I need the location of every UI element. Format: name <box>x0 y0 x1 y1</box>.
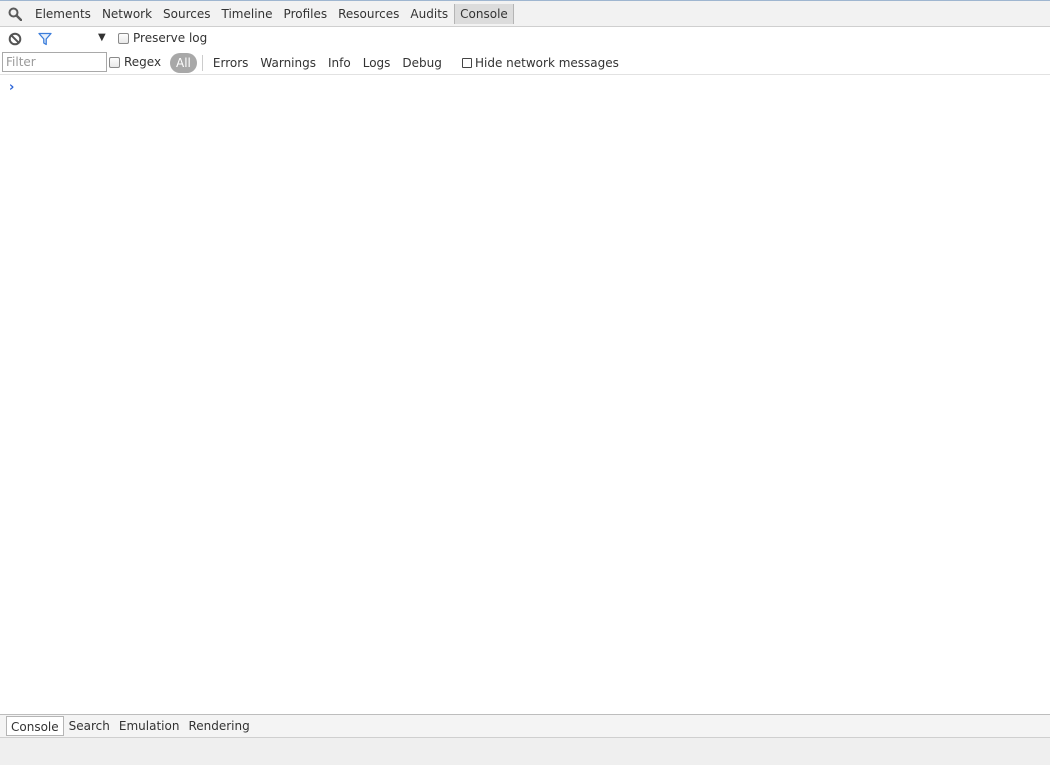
dropdown-arrow-icon[interactable]: ▼ <box>98 32 106 43</box>
regex-label: Regex <box>124 55 162 69</box>
drawer-body <box>0 738 1050 765</box>
drawer-tab-rendering[interactable]: Rendering <box>184 716 253 736</box>
preserve-log-checkbox[interactable]: Preserve log <box>118 31 207 45</box>
tab-audits[interactable]: Audits <box>405 4 453 24</box>
filter-toggle-button[interactable] <box>30 27 60 51</box>
tab-resources[interactable]: Resources <box>333 4 404 24</box>
console-toolbar: ▼ Preserve log <box>0 27 1050 51</box>
hide-network-checkbox[interactable]: Hide network messages <box>462 56 619 70</box>
drawer-tab-console[interactable]: Console <box>6 716 64 736</box>
level-all[interactable]: All <box>170 53 197 73</box>
tab-network[interactable]: Network <box>97 4 157 24</box>
level-warnings[interactable]: Warnings <box>255 56 321 70</box>
devtools-tab-bar: Elements Network Sources Timeline Profil… <box>0 1 1050 27</box>
preserve-log-label: Preserve log <box>133 31 208 45</box>
tab-profiles[interactable]: Profiles <box>279 4 333 24</box>
regex-box[interactable] <box>109 56 120 68</box>
console-prompt-icon: › <box>9 80 15 95</box>
tab-sources[interactable]: Sources <box>158 4 215 24</box>
level-debug[interactable]: Debug <box>397 56 446 70</box>
drawer-tab-search[interactable]: Search <box>65 716 114 736</box>
regex-checkbox[interactable]: Regex <box>109 55 161 69</box>
clear-console-button[interactable] <box>0 27 30 51</box>
preserve-log-box[interactable] <box>118 32 129 44</box>
filter-input[interactable] <box>2 52 107 72</box>
clear-console-icon <box>8 32 22 46</box>
hide-network-label: Hide network messages <box>475 56 619 70</box>
search-button[interactable] <box>0 1 30 27</box>
level-errors[interactable]: Errors <box>208 56 254 70</box>
filter-bar: Regex All Errors Warnings Info Logs Debu… <box>0 51 1050 75</box>
log-level-filters: All Errors Warnings Info Logs Debug <box>170 52 449 74</box>
filter-icon <box>38 32 52 46</box>
tab-timeline[interactable]: Timeline <box>217 4 278 24</box>
tab-console[interactable]: Console <box>454 3 514 24</box>
console-output[interactable]: › <box>0 76 1050 714</box>
tab-elements[interactable]: Elements <box>30 4 96 24</box>
drawer-tab-emulation[interactable]: Emulation <box>115 716 184 736</box>
drawer-tab-bar: Console Search Emulation Rendering <box>0 714 1050 738</box>
level-info[interactable]: Info <box>323 56 356 70</box>
search-icon <box>8 7 22 21</box>
level-logs[interactable]: Logs <box>358 56 396 70</box>
hide-network-box[interactable] <box>462 58 472 68</box>
level-separator <box>201 55 203 71</box>
